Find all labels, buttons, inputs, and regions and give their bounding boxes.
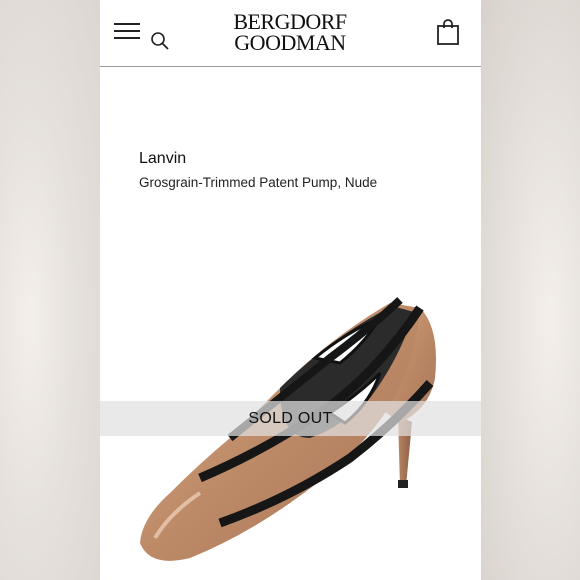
blurred-background-right (480, 0, 580, 580)
mobile-screen: BERGDORF GOODMAN Lanvin Grosgrain-Trimme… (100, 0, 481, 580)
blurred-background-left (0, 0, 100, 580)
hamburger-menu-icon[interactable] (114, 23, 140, 39)
search-icon[interactable] (150, 31, 170, 51)
brand-logo[interactable]: BERGDORF GOODMAN (220, 9, 360, 55)
sold-out-label: SOLD OUT (248, 410, 333, 427)
logo-line-2: GOODMAN (234, 30, 346, 55)
site-header: BERGDORF GOODMAN (100, 0, 481, 67)
shopping-bag-icon[interactable] (436, 19, 460, 45)
logo-line-1: BERGDORF (233, 9, 347, 34)
product-name: Grosgrain-Trimmed Patent Pump, Nude (139, 175, 378, 190)
product-brand[interactable]: Lanvin (139, 150, 186, 168)
